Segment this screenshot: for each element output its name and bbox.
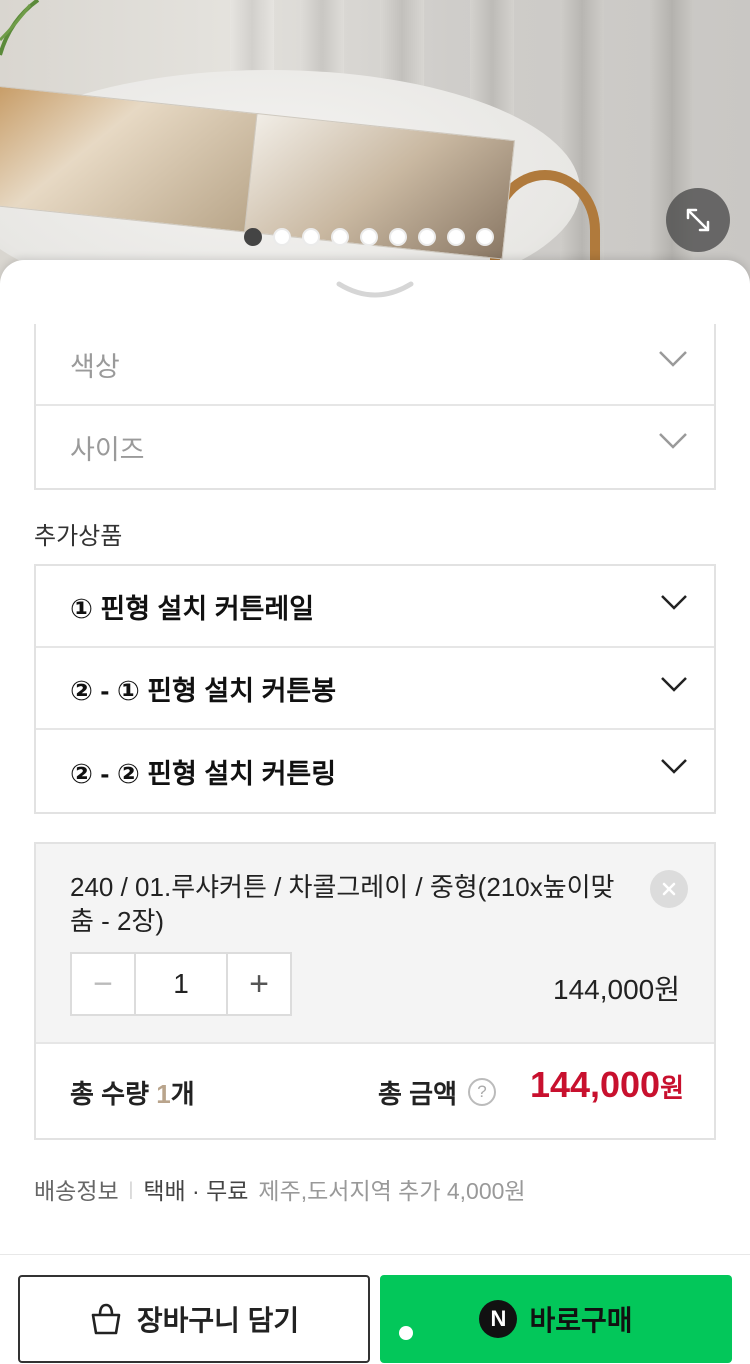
quantity-stepper: − +	[70, 952, 292, 1016]
addon-label: ② - ② 핀형 설치 커튼링	[70, 758, 337, 789]
buy-now-label: 바로구매	[529, 1305, 633, 1336]
total-quantity-label: 총 수량	[70, 1079, 157, 1109]
color-select[interactable]: 색상	[36, 324, 714, 406]
add-to-cart-button[interactable]: 장바구니 담기	[18, 1275, 370, 1363]
shipping-label: 배송정보	[34, 1178, 119, 1204]
size-select-label: 사이즈	[70, 434, 145, 465]
total-quantity-unit: 개	[170, 1079, 195, 1109]
curtain-fold	[650, 0, 694, 300]
carousel-indicator	[244, 228, 494, 246]
carousel-dot[interactable]	[447, 228, 465, 246]
naver-pay-icon: N	[479, 1300, 518, 1338]
addon-label: ① 핀형 설치 커튼레일	[70, 593, 315, 624]
expand-image-button[interactable]	[666, 188, 730, 252]
total-quantity: 총 수량 1개	[70, 1074, 195, 1111]
option-select-group: 색상 사이즈	[34, 324, 716, 490]
carousel-dot[interactable]	[389, 228, 407, 246]
buy-now-button[interactable]: N 바로구매	[380, 1275, 732, 1363]
carousel-dot[interactable]	[244, 228, 262, 246]
size-select[interactable]: 사이즈	[36, 406, 714, 488]
carousel-dot[interactable]	[331, 228, 349, 246]
carousel-dot[interactable]	[418, 228, 436, 246]
plant-leaves	[0, 0, 40, 56]
quantity-input[interactable]	[136, 954, 226, 1014]
total-amount: 144,000원	[530, 1064, 684, 1106]
chevron-down-icon	[661, 595, 687, 610]
carousel-dot[interactable]	[476, 228, 494, 246]
chevron-down-icon	[659, 351, 687, 367]
bottom-action-bar: 장바구니 담기 N 바로구매	[0, 1254, 750, 1364]
purchase-option-sheet: 색상 사이즈 추가상품 ① 핀형 설치 커튼레일 ② - ① 핀형 설치 커튼봉	[0, 260, 750, 1364]
shipping-info: 배송정보 | 택배 · 무료 제주,도서지역 추가 4,000원	[34, 1172, 526, 1206]
total-summary: 총 수량 1개 총 금액 ? 144,000원	[36, 1044, 714, 1140]
shopping-bag-icon	[91, 1303, 121, 1335]
addon-select-group: ① 핀형 설치 커튼레일 ② - ① 핀형 설치 커튼봉 ② - ② 핀형 설치…	[34, 564, 716, 814]
chevron-down-icon	[659, 433, 687, 449]
chevron-down-icon	[661, 677, 687, 692]
increase-quantity-button[interactable]: +	[226, 954, 290, 1014]
product-image-gallery[interactable]	[0, 0, 750, 300]
expand-icon	[686, 208, 710, 232]
chevron-down-icon	[661, 759, 687, 774]
shipping-method: 택배 · 무료	[143, 1178, 249, 1204]
home-indicator-dot	[399, 1326, 413, 1340]
carousel-dot[interactable]	[302, 228, 320, 246]
selected-item-name: 240 / 01.루샤커튼 / 차콜그레이 / 중형(210x높이맞춤 - 2장…	[70, 872, 615, 936]
selected-options-box: 240 / 01.루샤커튼 / 차콜그레이 / 중형(210x높이맞춤 - 2장…	[34, 842, 716, 1140]
total-quantity-value: 1	[156, 1079, 171, 1109]
collapse-sheet-handle[interactable]	[336, 278, 414, 304]
carousel-dot[interactable]	[360, 228, 378, 246]
shipping-extra-fee: 제주,도서지역 추가 4,000원	[258, 1178, 526, 1204]
help-icon[interactable]: ?	[468, 1078, 496, 1106]
addon-select-curtain-rail[interactable]: ① 핀형 설치 커튼레일	[36, 566, 714, 648]
shipping-divider: |	[128, 1178, 134, 1199]
color-select-label: 색상	[70, 351, 120, 382]
addon-label: ② - ① 핀형 설치 커튼봉	[70, 675, 337, 706]
addon-select-curtain-rod[interactable]: ② - ① 핀형 설치 커튼봉	[36, 648, 714, 730]
total-amount-value: 144,000	[529, 1064, 661, 1105]
addon-select-curtain-ring[interactable]: ② - ② 핀형 설치 커튼링	[36, 730, 714, 812]
addon-section-title: 추가상품	[34, 523, 123, 550]
selected-item: 240 / 01.루샤커튼 / 차콜그레이 / 중형(210x높이맞춤 - 2장…	[36, 844, 714, 1044]
total-amount-unit: 원	[660, 1073, 684, 1103]
decrease-quantity-button[interactable]: −	[72, 954, 136, 1014]
item-price: 144,000원	[553, 974, 680, 1005]
add-to-cart-label: 장바구니 담기	[136, 1305, 300, 1336]
total-amount-label: 총 금액	[378, 1079, 457, 1109]
carousel-dot[interactable]	[273, 228, 291, 246]
close-icon	[662, 882, 676, 896]
remove-item-button[interactable]	[650, 870, 688, 908]
